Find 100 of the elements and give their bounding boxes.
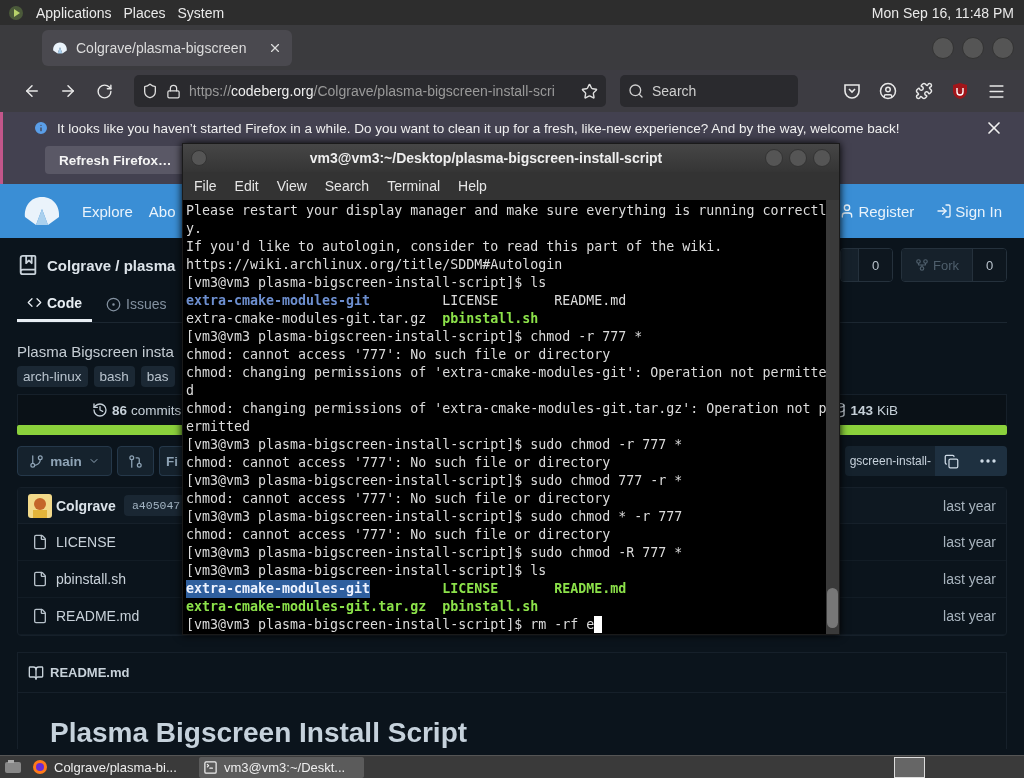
file-name[interactable]: pbinstall.sh <box>56 571 127 587</box>
fork-icon <box>915 258 929 272</box>
file-time: last year <box>943 534 996 550</box>
taskbar-task[interactable]: vm3@vm3:~/Deskt... <box>199 756 364 778</box>
repo-tab[interactable]: Code <box>17 286 92 322</box>
terminal-file: extra-cmake-modules-git <box>186 292 371 310</box>
terminal-file: LICENSE <box>442 292 499 310</box>
terminal-line: [vm3@vm3 plasma-bigscreen-install-script]$ chmod -r 777 * <box>186 329 643 344</box>
terminal-file: README.md <box>554 580 627 598</box>
shield-extension-icon[interactable] <box>952 82 968 100</box>
browser-tab[interactable]: Colgrave/plasma-bigscreen <box>42 29 292 66</box>
terminal-input[interactable]: [vm3@vm3 plasma-bigscreen-install-script]$ rm -rf e <box>186 617 595 632</box>
terminal-file: pbinstall.sh <box>442 598 539 616</box>
commit-sha[interactable]: a405047 <box>123 495 185 516</box>
terminal-file: extra-cmake-modules-git.tar.gz <box>186 310 427 328</box>
commit-author[interactable]: Colgrave <box>56 497 116 514</box>
terminal-line: chmod: cannot access '777': No such file or directory <box>186 527 611 542</box>
copy-button[interactable] <box>935 446 968 476</box>
task-title: Colgrave/plasma-bi... <box>54 759 177 775</box>
copy-icon <box>944 453 959 469</box>
lock-icon <box>166 83 181 99</box>
terminal-line: y. <box>186 221 202 236</box>
codeberg-logo[interactable] <box>22 195 62 227</box>
sign-in-icon <box>936 203 953 219</box>
topic-tag[interactable]: arch-linux <box>17 366 88 387</box>
readme-title: README.md <box>50 665 130 680</box>
taskbar-task[interactable]: Colgrave/plasma-bi... <box>28 756 193 778</box>
shield-icon <box>142 83 158 99</box>
menu-item[interactable]: Help <box>449 178 496 195</box>
terminal-line: ermitted <box>186 419 251 434</box>
menu-item[interactable]: View <box>267 178 316 195</box>
forward-icon[interactable] <box>59 82 77 100</box>
terminal-file: pbinstall.sh <box>442 310 539 328</box>
file-time: last year <box>943 608 996 624</box>
url-field[interactable]: https://codeberg.org/Colgrave/plasma-bigscreen-install-scri <box>134 75 606 107</box>
tab-title: Colgrave/plasma-bigscreen <box>76 39 248 56</box>
terminal-line: [vm3@vm3 plasma-bigscreen-install-script]$ sudo chmod * -r 777 <box>186 509 683 524</box>
scrollbar[interactable] <box>826 200 839 634</box>
file-name[interactable]: README.md <box>56 608 140 624</box>
clone-url-field[interactable]: gscreen-install- <box>845 446 935 476</box>
notification-message: It looks like you haven’t started Firefox in a while. Do you want to clean it up for a fresh, like-new experience? And by the way, welcome back! <box>57 120 900 136</box>
terminal-line: https://wiki.archlinux.org/title/SDDM#Autologin <box>186 257 563 272</box>
file-icon <box>32 608 48 624</box>
terminal-line: [vm3@vm3 plasma-bigscreen-install-script]$ sudo chmod 777 -r * <box>186 473 683 488</box>
find-button[interactable]: Fi <box>159 446 182 476</box>
more-button[interactable] <box>968 446 1007 476</box>
commit-time: last year <box>943 497 996 514</box>
pocket-icon[interactable] <box>843 82 861 100</box>
app-menu-icon[interactable] <box>8 4 24 21</box>
terminal-line: [vm3@vm3 plasma-bigscreen-install-script]$ ls <box>186 563 547 578</box>
show-desktop-icon[interactable] <box>4 759 22 775</box>
issue-icon <box>106 296 121 312</box>
site-icon <box>52 40 68 55</box>
terminal-line: If you'd like to autologin, consider to read this part of the wiki. <box>186 239 723 254</box>
book-icon <box>28 664 44 681</box>
topic-tag[interactable]: bas <box>140 366 175 387</box>
extensions-icon[interactable] <box>915 82 933 100</box>
file-icon <box>32 534 48 550</box>
info-icon <box>33 120 49 136</box>
file-name[interactable]: LICENSE <box>56 534 116 550</box>
file-time: last year <box>943 571 996 587</box>
terminal-file: extra-cmake-modules-git <box>186 580 371 598</box>
star-button[interactable] <box>841 249 858 281</box>
panel-menu[interactable]: System <box>177 4 225 21</box>
menu-item[interactable]: Edit <box>225 178 268 195</box>
panel-menu[interactable]: Applications <box>36 4 112 21</box>
reload-icon[interactable] <box>95 82 113 100</box>
account-icon[interactable] <box>879 82 897 100</box>
branch-button[interactable]: main <box>17 446 112 476</box>
pull-request-icon <box>128 453 143 469</box>
menu-item[interactable]: Terminal <box>378 178 450 195</box>
star-icon[interactable] <box>581 82 598 100</box>
fork-count: 0 <box>972 249 1006 281</box>
compare-button[interactable] <box>117 446 154 476</box>
terminal-line: chmod: changing permissions of 'extra-cmake-modules-git': Operation not permitte <box>186 365 827 380</box>
terminal-line: chmod: cannot access '777': No such file or directory <box>186 347 611 362</box>
file-icon <box>32 571 48 587</box>
repo-tab[interactable]: Issues <box>96 286 177 322</box>
workspace-switcher[interactable] <box>894 756 925 778</box>
clock: Mon Sep 16, 11:48 PM <box>871 4 1014 21</box>
star-count: 0 <box>858 249 892 281</box>
panel-menu[interactable]: Places <box>123 4 166 21</box>
search-icon <box>628 83 644 99</box>
repo-icon <box>17 254 39 276</box>
terminal-line: d <box>186 383 194 398</box>
menu-item[interactable]: File <box>185 178 226 195</box>
terminal-icon <box>203 759 218 775</box>
window-title: vm3@vm3:~/Desktop/plasma-bigscreen-install-script <box>308 150 664 167</box>
menu-item[interactable]: Search <box>315 178 379 195</box>
history-icon <box>92 402 108 418</box>
terminal-line: [vm3@vm3 plasma-bigscreen-install-script]$ sudo chmod -R 777 * <box>186 545 683 560</box>
terminal-line: [vm3@vm3 plasma-bigscreen-install-script]$ ls <box>186 275 547 290</box>
terminal-line: Please restart your display manager and make sure everything is running correctl <box>186 203 827 218</box>
back-icon[interactable] <box>23 82 41 100</box>
code-icon <box>27 295 42 310</box>
topic-tag[interactable]: bash <box>93 366 135 387</box>
terminal-line: chmod: changing permissions of 'extra-cmake-modules-git.tar.gz': Operation not p <box>186 401 827 416</box>
avatar[interactable] <box>28 493 52 518</box>
search-field[interactable]: Search <box>620 75 798 107</box>
commits-link[interactable]: 86 commits <box>92 402 182 418</box>
